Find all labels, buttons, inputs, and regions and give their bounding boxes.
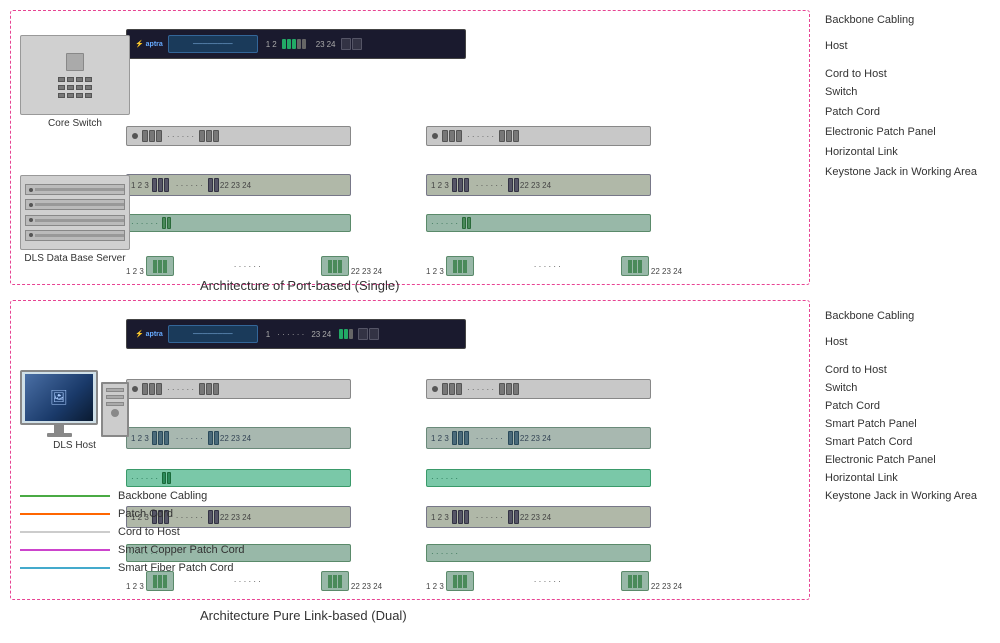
horizontal-link-label-top: Horizontal Link — [825, 146, 898, 158]
legend-cord-line — [20, 531, 110, 533]
net-switch-left-top: · · · · · · — [126, 126, 351, 146]
hub-brand: ⚡ aptra — [135, 40, 163, 48]
rl-switch-bottom: Switch — [825, 382, 995, 394]
legend-patch: Patch Cord — [20, 508, 310, 520]
rl-host-top: Host — [825, 40, 995, 52]
smart-conn-box-right-bottom: · · · · · · — [426, 469, 651, 487]
dls-host-label: DLS Host — [20, 440, 129, 451]
rl-cord-bottom: Cord to Host — [825, 364, 995, 376]
backbone-cabling-label-bottom: Backbone Cabling — [825, 310, 914, 322]
rl-elec-top: Electronic Patch Panel — [825, 126, 995, 138]
hub-ports-num: 23 24 — [316, 40, 336, 49]
legend-smart-fiber-label: Smart Fiber Patch Cord — [118, 562, 234, 574]
core-switch-graphic — [20, 35, 130, 115]
legend-area: Backbone Cabling Patch Cord Cord to Host… — [20, 490, 310, 580]
keystone-jack-label-top: Keystone Jack in Working Area — [825, 166, 977, 178]
legend-smart-copper-label: Smart Copper Patch Cord — [118, 544, 245, 556]
right-labels-top: Backbone Cabling Host Cord to Host Switc… — [825, 14, 995, 182]
hub-brand-b: ⚡ aptra — [135, 330, 163, 338]
rl-backbone-bottom: Backbone Cabling — [825, 310, 995, 322]
dls-server-device: DLS Data Base Server — [20, 175, 130, 264]
bottom-modules-right-bottom: 1 2 3 · · · · · · 22 23 24 — [426, 571, 682, 591]
net-switch-right-bottom: · · · · · · — [426, 379, 651, 399]
net-switch-right-top: · · · · · · — [426, 126, 651, 146]
conn-box-right-top: · · · · · · — [426, 214, 651, 232]
rl-host-bottom: Host — [825, 336, 995, 348]
hub-sfp-ports-b — [358, 328, 379, 340]
patch-cord-label-bottom: Patch Cord — [825, 400, 880, 412]
core-switch-label: Core Switch — [20, 118, 130, 129]
rl-smart-cord-bottom: Smart Patch Cord — [825, 436, 995, 448]
cord-to-host-label-top: Cord to Host — [825, 68, 887, 80]
rl-horiz-bottom: Horizontal Link — [825, 472, 995, 484]
rl-elec-bottom: Electronic Patch Panel — [825, 454, 995, 466]
rl-smart-panel-bottom: Smart Patch Panel — [825, 418, 995, 430]
rl-cord-top: Cord to Host — [825, 68, 995, 80]
hub-port-indicators — [282, 39, 306, 49]
dls-server-graphic — [20, 175, 130, 250]
dls-host-device: 🖼 DLS Host — [20, 370, 129, 451]
switch-label-bottom: Switch — [825, 382, 857, 394]
arch-label-bottom: Architecture Pure Link-based (Dual) — [200, 608, 407, 623]
smart-conn-box-left-bottom: · · · · · · — [126, 469, 351, 487]
host-label-top: Host — [825, 40, 848, 52]
net-switch-left-bottom: · · · · · · — [126, 379, 351, 399]
backbone-cabling-label-top: Backbone Cabling — [825, 14, 914, 26]
hub-sfp-ports — [341, 38, 362, 50]
bottom-modules-left-top: 1 2 3 · · · · · · 22 23 24 — [126, 256, 382, 276]
switch-label-top: Switch — [825, 86, 857, 98]
keystone-jack-label-bottom: Keystone Jack in Working Area — [825, 490, 977, 502]
patch-panel-right-top: 1 2 3 · · · · · · 22 23 24 — [426, 174, 651, 196]
hub-port-indicators-b — [339, 329, 353, 339]
rl-patch-top: Patch Cord — [825, 106, 995, 118]
patch-panel-left-top: 1 2 3 · · · · · · 22 23 24 — [126, 174, 351, 196]
rl-keystone-bottom: Keystone Jack in Working Area — [825, 490, 995, 502]
dls-host-graphic: 🖼 — [20, 370, 129, 437]
legend-cord-label: Cord to Host — [118, 526, 180, 538]
right-labels-bottom: Backbone Cabling Host Cord to Host Switc… — [825, 310, 995, 506]
bottom-modules-right-top: 1 2 3 · · · · · · 22 23 24 — [426, 256, 682, 276]
legend-patch-line — [20, 513, 110, 515]
legend-backbone: Backbone Cabling — [20, 490, 310, 502]
legend-smart-fiber-line — [20, 567, 110, 569]
hub-display-b: ──────── — [168, 325, 258, 343]
smart-patch-panel-right-bottom: 1 2 3 · · · · · · 22 23 24 — [426, 427, 651, 449]
rl-backbone-top: Backbone Cabling — [825, 14, 995, 26]
legend-patch-label: Patch Cord — [118, 508, 173, 520]
horizontal-link-label-bottom: Horizontal Link — [825, 472, 898, 484]
smart-panel-label-bottom: Smart Patch Panel — [825, 418, 917, 430]
conn-box2-right-bottom: · · · · · · — [426, 544, 651, 562]
smart-patch-panel-left-bottom: 1 2 3 · · · · · · 22 23 24 — [126, 427, 351, 449]
hub-ports-left-b: 1 · · · · · · 23 24 — [266, 330, 331, 339]
legend-backbone-label: Backbone Cabling — [118, 490, 207, 502]
rl-horiz-top: Horizontal Link — [825, 146, 995, 158]
rl-keystone-top: Keystone Jack in Working Area — [825, 166, 995, 178]
conn-box-left-top: · · · · · · — [126, 214, 351, 232]
rl-switch-top: Switch — [825, 86, 995, 98]
legend-cord-host: Cord to Host — [20, 526, 310, 538]
legend-backbone-line — [20, 495, 110, 497]
main-container: ⚡ aptra ──────── 1 2 23 24 — [0, 0, 1000, 643]
hub-display: ──────── — [168, 35, 258, 53]
cord-to-host-label-bottom: Cord to Host — [825, 364, 887, 376]
hub-ports-left: 1 2 — [266, 40, 277, 49]
dls-server-label: DLS Data Base Server — [20, 253, 130, 264]
patch-cord-label-top: Patch Cord — [825, 106, 880, 118]
main-hub-bottom: ⚡ aptra ──────── 1 · · · · · · 23 24 — [126, 319, 466, 349]
electronic-panel-label-top: Electronic Patch Panel — [825, 126, 936, 138]
legend-smart-fiber: Smart Fiber Patch Cord — [20, 562, 310, 574]
legend-smart-copper: Smart Copper Patch Cord — [20, 544, 310, 556]
electronic-panel-label-bottom: Electronic Patch Panel — [825, 454, 936, 466]
host-label-bottom: Host — [825, 336, 848, 348]
top-section: ⚡ aptra ──────── 1 2 23 24 — [10, 10, 810, 285]
core-switch-device: Core Switch — [20, 35, 130, 129]
rl-patch-bottom: Patch Cord — [825, 400, 995, 412]
smart-cord-label-bottom: Smart Patch Cord — [825, 436, 912, 448]
patch-panel2-right-bottom: 1 2 3 · · · · · · 22 23 24 — [426, 506, 651, 528]
legend-smart-copper-line — [20, 549, 110, 551]
main-hub-top: ⚡ aptra ──────── 1 2 23 24 — [126, 29, 466, 59]
arch-label-top: Architecture of Port-based (Single) — [200, 278, 399, 293]
